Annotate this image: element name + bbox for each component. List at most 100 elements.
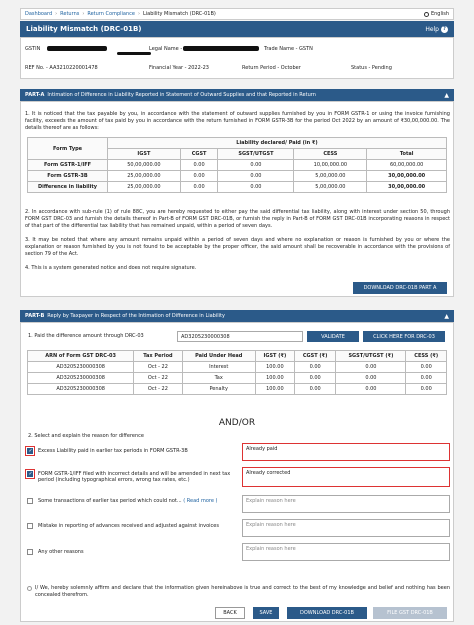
cell: 25,00,000.00 xyxy=(107,181,181,193)
reason-2-value: Already corrected xyxy=(246,470,291,476)
reason-3-label: Some transactions of earlier tax period … xyxy=(38,498,182,504)
language-selector[interactable]: English xyxy=(423,11,449,17)
reason-2-label: FORM GSTR-1/IFF filed with incorrect det… xyxy=(38,471,231,483)
cell: 100.00 xyxy=(254,361,295,373)
col-arn: ARN of Form GST DRC-03 xyxy=(26,350,135,362)
reason-3-checkbox[interactable] xyxy=(27,498,33,504)
row-label: Form GSTR-1/IFF xyxy=(27,159,108,171)
cell: 0.00 xyxy=(217,170,295,182)
caret-up-icon: ▲ xyxy=(444,312,449,320)
liability-group-header: Liability declared/ Paid (in ₹) xyxy=(107,137,447,149)
part-b-title: PART-B xyxy=(25,313,45,319)
breadcrumb-dashboard[interactable]: Dashboard xyxy=(25,11,52,17)
part-a-para-2: 2. In accordance with sub-rule (1) of ru… xyxy=(25,209,450,229)
reason-5-textarea[interactable]: Explain reason here xyxy=(242,543,450,561)
reason-3-placeholder: Explain reason here xyxy=(246,498,296,504)
cell: 30,00,000.00 xyxy=(366,170,447,182)
part-a-title: PART-A xyxy=(25,92,45,98)
download-drc01b-button[interactable]: DOWNLOAD DRC-01B xyxy=(287,607,367,619)
reason-2-checkbox[interactable] xyxy=(27,471,33,477)
declaration-text: I/ We, hereby solemnly affirm and declar… xyxy=(35,585,450,598)
part-a-para-3: 3. It may be noted that where any amount… xyxy=(25,237,450,257)
page-title: Liability Mismatch (DRC-01B) xyxy=(26,25,142,33)
breadcrumb-separator: › xyxy=(82,11,85,17)
help-link[interactable]: Help ? xyxy=(425,25,448,33)
part-a-subtitle: Intimation of Difference in Liability Re… xyxy=(47,92,316,98)
part-a-para-4: 4. This is a system generated notice and… xyxy=(25,265,197,271)
question-icon: ? xyxy=(441,25,448,33)
redacted-mark xyxy=(117,52,151,55)
redacted-gstin xyxy=(47,46,107,51)
cell: 0.00 xyxy=(217,159,295,171)
ref-row: REF No. - AA3210220001478 xyxy=(25,65,98,71)
and-or-divider: AND/OR xyxy=(218,418,256,428)
save-button[interactable]: SAVE xyxy=(253,607,279,619)
legal-name-row: Legal Name - xyxy=(149,46,182,52)
back-button[interactable]: BACK xyxy=(215,607,245,619)
breadcrumb-returns[interactable]: Returns xyxy=(60,11,79,17)
q2-label: 2. Select and explain the reason for dif… xyxy=(28,433,144,439)
cell: Oct - 22 xyxy=(133,372,183,384)
part-b-bar[interactable]: PART-B Reply by Taxpayer in Respect of t… xyxy=(20,310,454,322)
cell: 0.00 xyxy=(293,383,337,395)
click-drc03-button[interactable]: CLICK HERE FOR DRC-03 xyxy=(363,331,445,342)
redacted-legal-name xyxy=(183,46,259,51)
reason-1-checkbox[interactable] xyxy=(27,448,33,454)
part-a-para-1: 1. It is noticed that the tax payable by… xyxy=(25,111,450,131)
declaration-checkbox[interactable] xyxy=(27,586,32,591)
caret-up-icon: ▲ xyxy=(444,91,449,99)
language-label: English xyxy=(430,11,449,17)
read-more-link[interactable]: ( Read more ) xyxy=(183,498,217,504)
row-label: Difference in liability xyxy=(27,181,108,193)
breadcrumb-return-compliance[interactable]: Return Compliance xyxy=(87,11,135,17)
reason-4-checkbox[interactable] xyxy=(27,523,33,529)
cell: 25,00,000.00 xyxy=(107,170,181,182)
status-row: Status - Pending xyxy=(351,65,392,71)
cell: 0.00 xyxy=(335,372,407,384)
reason-4-textarea[interactable]: Explain reason here xyxy=(242,519,450,537)
cell: Tax xyxy=(181,372,256,384)
cell: AD3205230000308 xyxy=(26,372,135,384)
table-row: Difference in liability 25,00,000.00 0.0… xyxy=(27,181,447,193)
breadcrumb: Dashboard › Returns › Return Compliance … xyxy=(20,8,454,20)
gstin-row: GSTIN xyxy=(25,46,40,52)
part-a-panel: 1. It is noticed that the tax payable by… xyxy=(20,101,454,297)
part-a-bar[interactable]: PART-A Intimation of Difference in Liabi… xyxy=(20,89,454,101)
cell: 0.00 xyxy=(179,159,219,171)
cell: 0.00 xyxy=(217,181,295,193)
reason-5-label: Any other reasons xyxy=(38,549,84,555)
reason-3-textarea[interactable]: Explain reason here xyxy=(242,495,450,513)
cell: 100.00 xyxy=(254,372,295,384)
ref-no: REF No. - AA3210220001478 xyxy=(25,65,98,71)
reason-1-textarea[interactable]: Already paid xyxy=(242,443,450,461)
reason-2-textarea[interactable]: Already corrected xyxy=(242,467,450,487)
cell: AD3205230000308 xyxy=(26,383,135,395)
table-row: Form GSTR-3B 25,00,000.00 0.00 0.00 5,00… xyxy=(27,170,447,182)
cell: 5,00,000.00 xyxy=(293,170,368,182)
breadcrumb-separator: › xyxy=(137,11,140,17)
liability-table: Form Type Liability declared/ Paid (in ₹… xyxy=(27,137,447,193)
breadcrumb-current: Liability Mismatch (DRC-01B) xyxy=(142,11,216,17)
download-part-a-button[interactable]: DOWNLOAD DRC-01B PART A xyxy=(353,282,447,294)
status-text: Status - Pending xyxy=(351,65,392,71)
reason-5-placeholder: Explain reason here xyxy=(246,546,296,552)
cell: 50,00,000.00 xyxy=(107,159,181,171)
cell: 30,00,000.00 xyxy=(366,181,447,193)
col-cgst: CGST xyxy=(179,148,219,160)
cell: Penalty xyxy=(181,383,256,395)
row-label: Form GSTR-3B xyxy=(27,170,108,182)
arn-input[interactable]: AD3205230000308 xyxy=(177,331,303,342)
gstin-label: GSTIN xyxy=(25,46,41,52)
validate-button[interactable]: VALIDATE xyxy=(307,331,359,342)
trade-name-label: Trade Name - GSTN xyxy=(264,46,313,52)
reason-5-checkbox[interactable] xyxy=(27,549,33,555)
col-igst: IGST (₹) xyxy=(254,350,295,362)
trade-name-row: Trade Name - GSTN xyxy=(264,46,313,52)
cell: 5,00,000.00 xyxy=(293,181,368,193)
file-drc01b-button[interactable]: FILE GST DRC-01B xyxy=(373,607,447,619)
col-cess: CESS (₹) xyxy=(405,350,447,362)
part-b-subtitle: Reply by Taxpayer in Respect of the Inti… xyxy=(47,313,225,319)
drc03-table: ARN of Form GST DRC-03 Tax Period Paid U… xyxy=(26,350,447,395)
cell: AD3205230000308 xyxy=(26,361,135,373)
table-row: Form GSTR-1/IFF 50,00,000.00 0.00 0.00 1… xyxy=(27,159,447,171)
